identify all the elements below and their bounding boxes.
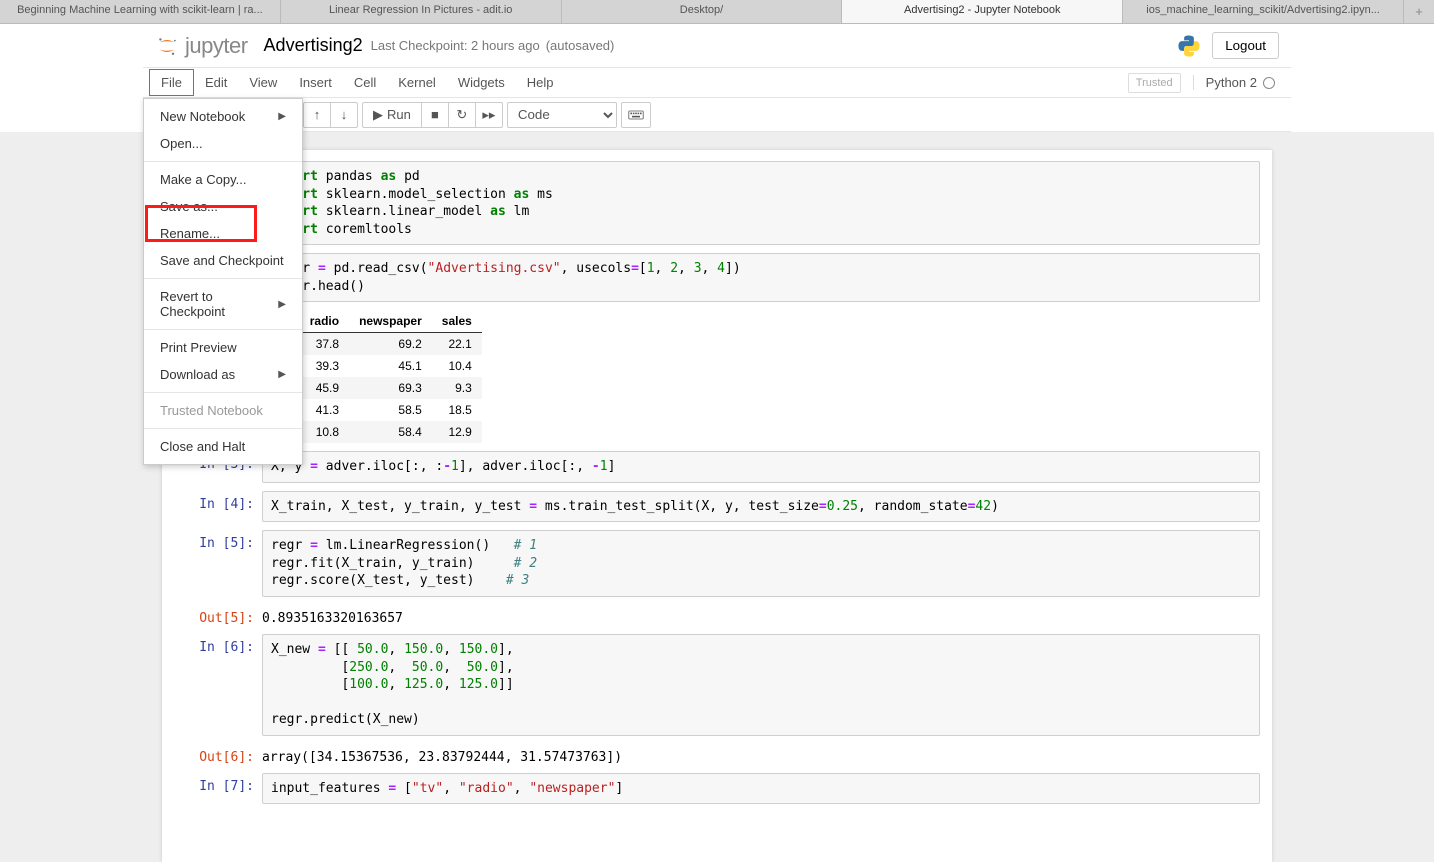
- browser-tab[interactable]: Beginning Machine Learning with scikit-l…: [0, 0, 281, 23]
- code-cell[interactable]: In [4]: X_train, X_test, y_train, y_test…: [162, 488, 1272, 526]
- menu-item-download-as[interactable]: Download as▶: [144, 361, 302, 388]
- chevron-right-icon: ▶: [278, 299, 286, 310]
- interrupt-button[interactable]: ■: [421, 102, 449, 128]
- output-cell: Out[2]: TVradionewspapersales 0230.137.8…: [162, 307, 1272, 446]
- menu-item-save-checkpoint[interactable]: Save and Checkpoint: [144, 247, 302, 274]
- notebook-name[interactable]: Advertising2: [264, 35, 363, 56]
- browser-tab[interactable]: Desktop/: [562, 0, 843, 23]
- code-input[interactable]: import pandas as pd import sklearn.model…: [262, 161, 1260, 245]
- output-prompt: Out[5]:: [162, 605, 262, 626]
- code-cell[interactable]: In [1]: import pandas as pd import sklea…: [162, 158, 1272, 248]
- browser-tab-active[interactable]: Advertising2 - Jupyter Notebook: [842, 0, 1123, 23]
- menu-item-revert[interactable]: Revert to Checkpoint▶: [144, 283, 302, 325]
- code-input[interactable]: adver = pd.read_csv("Advertising.csv", u…: [262, 253, 1260, 302]
- menu-file[interactable]: File: [149, 69, 194, 96]
- output-text: array([34.15367536, 23.83792444, 31.5747…: [262, 744, 1260, 765]
- jupyter-logo[interactable]: jupyter: [155, 33, 248, 59]
- new-tab-button[interactable]: +: [1404, 0, 1434, 23]
- checkpoint-text: Last Checkpoint: 2 hours ago: [371, 38, 540, 53]
- code-input[interactable]: X_new = [[ 50.0, 150.0, 150.0], [250.0, …: [262, 634, 1260, 736]
- code-input[interactable]: X_train, X_test, y_train, y_test = ms.tr…: [262, 491, 1260, 523]
- move-up-button[interactable]: ↑: [303, 102, 331, 128]
- chevron-right-icon: ▶: [278, 111, 286, 122]
- output-text: 0.8935163320163657: [262, 605, 1260, 626]
- kernel-indicator[interactable]: Python 2: [1193, 75, 1275, 90]
- cell-type-select[interactable]: Code: [507, 102, 617, 128]
- file-menu-dropdown: New Notebook▶ Open... Make a Copy... Sav…: [143, 98, 303, 465]
- code-cell[interactable]: In [3]: X, y = adver.iloc[:, :-1], adver…: [162, 448, 1272, 486]
- menu-item-close-halt[interactable]: Close and Halt: [144, 433, 302, 460]
- code-input[interactable]: regr = lm.LinearRegression() # 1 regr.fi…: [262, 530, 1260, 597]
- input-prompt: In [7]:: [162, 773, 262, 805]
- menu-cell[interactable]: Cell: [343, 70, 387, 95]
- trusted-badge[interactable]: Trusted: [1128, 73, 1181, 93]
- code-input[interactable]: input_features = ["tv", "radio", "newspa…: [262, 773, 1260, 805]
- menu-item-make-copy[interactable]: Make a Copy...: [144, 166, 302, 193]
- menu-bar: File Edit View Insert Cell Kernel Widget…: [143, 68, 1291, 98]
- code-cell[interactable]: In [6]: X_new = [[ 50.0, 150.0, 150.0], …: [162, 631, 1272, 739]
- run-button[interactable]: ▶ Run: [362, 102, 422, 128]
- output-cell: Out[6]: array([34.15367536, 23.83792444,…: [162, 741, 1272, 768]
- menu-help[interactable]: Help: [516, 70, 565, 95]
- notebook-header: jupyter Advertising2 Last Checkpoint: 2 …: [143, 24, 1291, 68]
- logout-button[interactable]: Logout: [1212, 32, 1279, 59]
- input-prompt: In [5]:: [162, 530, 262, 597]
- input-prompt: In [6]:: [162, 634, 262, 736]
- code-cell[interactable]: In [5]: regr = lm.LinearRegression() # 1…: [162, 527, 1272, 600]
- menu-widgets[interactable]: Widgets: [447, 70, 516, 95]
- menu-item-save-as[interactable]: Save as...: [144, 193, 302, 220]
- chevron-right-icon: ▶: [278, 369, 286, 380]
- output-prompt: Out[6]:: [162, 744, 262, 765]
- menu-view[interactable]: View: [238, 70, 288, 95]
- toolbar: ＋ ↑ ↓ ▶ Run ■ ↻ ▸▸ Code: [143, 98, 1291, 132]
- command-palette-button[interactable]: [621, 102, 651, 128]
- autosave-text: (autosaved): [546, 38, 615, 53]
- keyboard-icon: [628, 109, 644, 121]
- code-cell[interactable]: In [7]: input_features = ["tv", "radio",…: [162, 770, 1272, 808]
- menu-item-rename[interactable]: Rename...: [144, 220, 302, 247]
- move-down-button[interactable]: ↓: [330, 102, 358, 128]
- output-cell: Out[5]: 0.8935163320163657: [162, 602, 1272, 629]
- menu-item-print-preview[interactable]: Print Preview: [144, 334, 302, 361]
- menu-kernel[interactable]: Kernel: [387, 70, 447, 95]
- menu-insert[interactable]: Insert: [288, 70, 343, 95]
- browser-tab[interactable]: Linear Regression In Pictures - adit.io: [281, 0, 562, 23]
- run-label: Run: [387, 107, 411, 122]
- menu-item-new-notebook[interactable]: New Notebook▶: [144, 103, 302, 130]
- menu-item-trusted-notebook: Trusted Notebook: [144, 397, 302, 424]
- menu-edit[interactable]: Edit: [194, 70, 238, 95]
- jupyter-icon: [155, 34, 179, 58]
- input-prompt: In [4]:: [162, 491, 262, 523]
- notebook: In [1]: import pandas as pd import sklea…: [162, 150, 1272, 862]
- browser-tab-bar: Beginning Machine Learning with scikit-l…: [0, 0, 1434, 24]
- kernel-status-icon: [1263, 77, 1275, 89]
- browser-tab[interactable]: ios_machine_learning_scikit/Advertising2…: [1123, 0, 1404, 23]
- python-icon: [1176, 33, 1202, 59]
- restart-button[interactable]: ↻: [448, 102, 476, 128]
- code-cell[interactable]: In [2]: adver = pd.read_csv("Advertising…: [162, 250, 1272, 305]
- code-input[interactable]: X, y = adver.iloc[:, :-1], adver.iloc[:,…: [262, 451, 1260, 483]
- menu-item-open[interactable]: Open...: [144, 130, 302, 157]
- jupyter-logo-text: jupyter: [185, 33, 248, 59]
- kernel-name: Python 2: [1206, 75, 1257, 90]
- restart-run-all-button[interactable]: ▸▸: [475, 102, 503, 128]
